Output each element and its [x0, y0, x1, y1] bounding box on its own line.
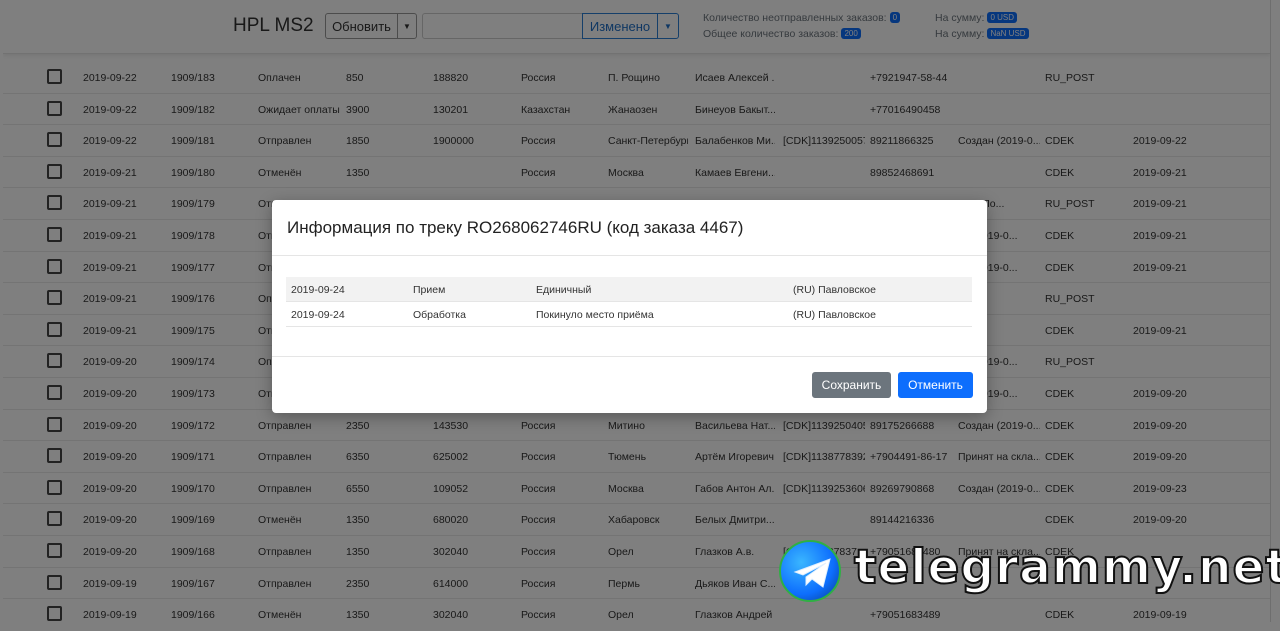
track-event-row: 2019-09-24 Обработка Покинуло место приё… — [286, 302, 972, 327]
event-date: 2019-09-24 — [291, 284, 345, 296]
event-date: 2019-09-24 — [291, 309, 345, 321]
save-button[interactable]: Сохранить — [812, 372, 891, 398]
track-event-row: 2019-09-24 Прием Единичный (RU) Павловск… — [286, 277, 972, 302]
track-info-modal: Информация по треку RO268062746RU (код з… — [272, 200, 987, 413]
modal-header-divider — [272, 255, 987, 256]
event-attribute: Покинуло место приёма — [536, 309, 654, 321]
event-operation: Прием — [413, 284, 446, 296]
event-attribute: Единичный — [536, 284, 592, 296]
event-place: (RU) Павловское — [793, 309, 876, 321]
modal-title: Информация по треку RO268062746RU (код з… — [287, 218, 744, 237]
watermark-text: telegrammy.net — [853, 539, 1280, 596]
telegram-logo — [779, 540, 841, 602]
cancel-button[interactable]: Отменить — [898, 372, 973, 398]
telegram-plane-icon — [793, 558, 831, 588]
watermark: telegrammy.net — [776, 538, 1280, 604]
event-place: (RU) Павловское — [793, 284, 876, 296]
event-operation: Обработка — [413, 309, 466, 321]
modal-footer-divider — [272, 356, 987, 357]
